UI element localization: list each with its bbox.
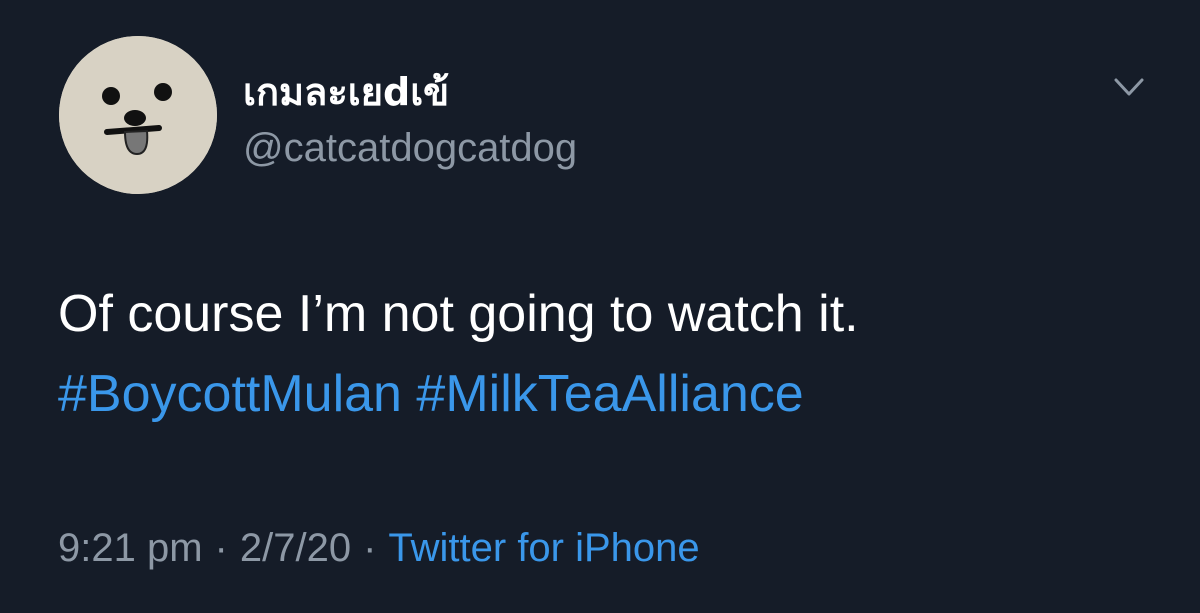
tweet-date[interactable]: 2/7/20 <box>240 526 351 570</box>
avatar[interactable] <box>59 36 217 194</box>
tweet-hashtags: #BoycottMulan #MilkTeaAlliance <box>58 354 1158 434</box>
hashtag-link-boycottmulan[interactable]: #BoycottMulan <box>58 365 402 423</box>
tweet-text: Of course I’m not going to watch it. <box>58 285 859 343</box>
tweet-body: Of course I’m not going to watch it. #Bo… <box>58 274 1158 434</box>
tweet-source-link[interactable]: Twitter for iPhone <box>388 526 699 570</box>
author-handle[interactable]: @catcatdogcatdog <box>243 122 577 174</box>
meta-separator: · <box>363 526 377 570</box>
author-display-name[interactable]: เกมละเยdเข้ <box>243 62 449 122</box>
tweet-time[interactable]: 9:21 pm <box>58 526 203 570</box>
chevron-down-icon[interactable] <box>1108 70 1150 106</box>
meta-separator: · <box>214 526 228 570</box>
tweet-metadata: 9:21 pm · 2/7/20 · Twitter for iPhone <box>58 520 700 576</box>
hashtag-link-milkteaalliance[interactable]: #MilkTeaAlliance <box>416 365 803 423</box>
dog-face-icon <box>59 36 217 194</box>
